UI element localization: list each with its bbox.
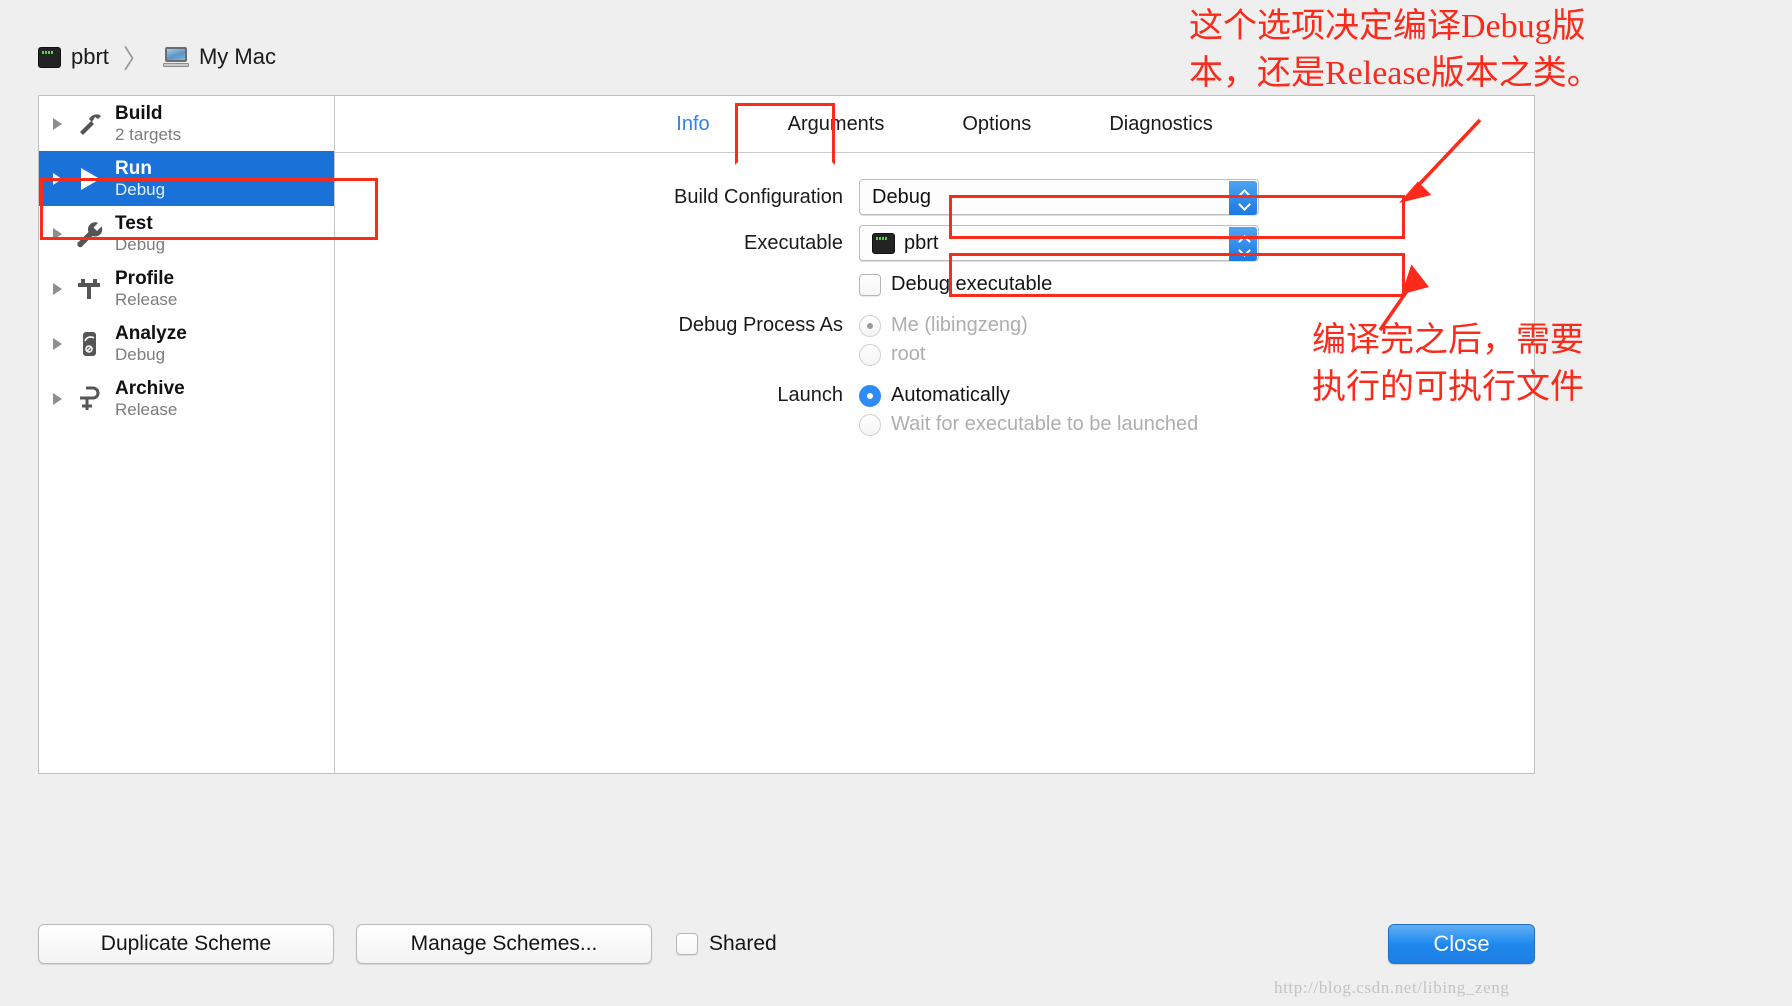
caliper-icon [72, 272, 106, 306]
launch-option-wait-label: Wait for executable to be launched [891, 413, 1199, 435]
terminal-icon [872, 232, 895, 254]
executable-row: Executable pbrt [335, 225, 1534, 261]
build-configuration-value: Debug [872, 185, 931, 208]
sidebar-item-analyze[interactable]: Analyze Debug [39, 316, 334, 371]
launch-radio-wait[interactable] [859, 413, 881, 436]
debug-process-as-option-me-label: Me (libingzeng) [891, 314, 1028, 336]
stepper-icon[interactable] [1229, 181, 1257, 215]
breadcrumb-project[interactable]: pbrt [38, 44, 109, 70]
hammer-icon [72, 107, 106, 141]
launch-radio-automatically[interactable] [859, 384, 881, 407]
sidebar-item-run[interactable]: Run Debug [39, 151, 334, 206]
build-configuration-label: Build Configuration [674, 185, 843, 208]
clamp-icon [72, 382, 106, 416]
scheme-action-list: Build 2 targets Run Debug Test Debug Pro… [39, 96, 335, 773]
debug-executable-label: Debug executable [891, 273, 1053, 295]
sidebar-item-build[interactable]: Build 2 targets [39, 96, 334, 151]
sidebar-item-title: Analyze [115, 323, 187, 345]
sidebar-item-subtitle: 2 targets [115, 124, 182, 144]
tab-bar: Info Arguments Options Diagnostics [335, 96, 1534, 153]
play-icon [72, 162, 106, 196]
sidebar-item-title: Test [115, 213, 153, 235]
breadcrumb-separator-icon: 〉 [122, 43, 149, 74]
launch-option-automatically-label: Automatically [891, 384, 1010, 406]
manage-schemes-button[interactable]: Manage Schemes... [356, 924, 652, 964]
disclosure-triangle-icon[interactable] [53, 282, 62, 295]
watermark: http://blog.csdn.net/libing_zeng [1274, 978, 1510, 997]
shared-checkbox-group: Shared [676, 932, 777, 956]
executable-value: pbrt [904, 231, 939, 254]
disclosure-triangle-icon[interactable] [53, 117, 62, 130]
debug-process-as-label: Debug Process As [678, 314, 843, 336]
sidebar-item-title: Archive [115, 378, 185, 400]
tab-diagnostics[interactable]: Diagnostics [1101, 109, 1220, 140]
breadcrumb-destination-label: My Mac [198, 44, 276, 69]
chevron-down-icon [1238, 246, 1249, 253]
breadcrumb: pbrt 〉 My Mac [38, 42, 276, 74]
sidebar-item-archive[interactable]: Archive Release [39, 371, 334, 426]
sidebar-item-profile[interactable]: Profile Release [39, 261, 334, 316]
sidebar-item-subtitle: Debug [115, 179, 166, 199]
disclosure-triangle-icon[interactable] [53, 172, 62, 185]
launch-label: Launch [777, 384, 843, 406]
chevron-up-icon [1238, 190, 1249, 197]
disclosure-triangle-icon[interactable] [53, 392, 62, 405]
executable-label: Executable [744, 231, 843, 254]
terminal-icon [38, 46, 61, 68]
debug-executable-checkbox[interactable] [859, 273, 881, 296]
tab-arguments[interactable]: Arguments [780, 109, 893, 140]
breadcrumb-destination[interactable]: My Mac [162, 44, 276, 70]
disclosure-triangle-icon[interactable] [53, 337, 62, 350]
sidebar-item-subtitle: Debug [115, 344, 166, 364]
wrench-icon [72, 217, 106, 251]
sidebar-item-subtitle: Release [115, 289, 178, 309]
close-button[interactable]: Close [1388, 924, 1535, 964]
disclosure-triangle-icon[interactable] [53, 227, 62, 240]
sidebar-item-title: Profile [115, 268, 175, 290]
tab-options[interactable]: Options [954, 109, 1039, 140]
launch-wait-row: Wait for executable to be launched [335, 413, 1534, 436]
debug-executable-row: Debug executable [335, 273, 1534, 296]
executable-select[interactable]: pbrt [859, 225, 1259, 261]
sidebar-item-title: Build [115, 103, 163, 125]
breadcrumb-project-label: pbrt [71, 44, 109, 69]
sidebar-item-title: Run [115, 158, 152, 180]
annotation-text-top: 这个选项决定编译Debug版 本，还是Release版本之类。 [1189, 8, 1601, 92]
shared-checkbox[interactable] [676, 933, 698, 955]
debug-process-as-radio-me[interactable] [859, 314, 881, 337]
chevron-up-icon [1238, 236, 1249, 243]
chevron-down-icon [1238, 200, 1249, 207]
tab-info[interactable]: Info [668, 109, 717, 140]
sidebar-item-subtitle: Release [115, 399, 178, 419]
scheme-detail-pane: Info Arguments Options Diagnostics Build… [335, 96, 1534, 773]
sidebar-item-test[interactable]: Test Debug [39, 206, 334, 261]
build-configuration-select[interactable]: Debug [859, 179, 1259, 215]
stepper-icon[interactable] [1229, 227, 1257, 261]
scheme-panel: Build 2 targets Run Debug Test Debug Pro… [38, 95, 1535, 774]
duplicate-scheme-button[interactable]: Duplicate Scheme [38, 924, 334, 964]
debug-process-as-radio-root[interactable] [859, 343, 881, 366]
scheme-editor-window: pbrt 〉 My Mac Build 2 targets Run Debug … [0, 0, 1792, 1006]
macbook-icon [162, 47, 189, 67]
sidebar-item-subtitle: Debug [115, 234, 166, 254]
annotation-text-middle: 编译完之后，需要 执行的可执行文件 [1312, 322, 1584, 406]
debug-process-as-option-root-label: root [891, 343, 926, 365]
analyze-icon [72, 327, 106, 361]
build-configuration-row: Build Configuration Debug [335, 179, 1534, 215]
shared-label: Shared [709, 932, 777, 955]
